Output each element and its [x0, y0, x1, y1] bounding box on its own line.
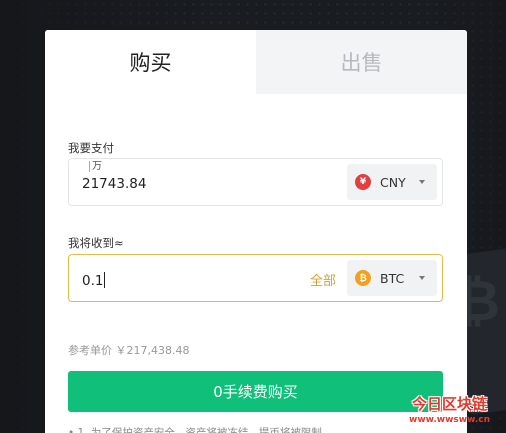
trade-tabs: 购买 出售 [45, 30, 467, 94]
cny-icon: ¥ [355, 174, 371, 190]
watermark-url: www.wwsww.cn [409, 415, 490, 425]
pay-currency-select[interactable]: ¥ CNY [347, 164, 437, 200]
watermark-title: 今日区块链 [411, 395, 487, 413]
receive-currency-code: BTC [380, 270, 405, 286]
pay-currency-code: CNY [380, 174, 406, 190]
footnote: • 1. 为了保护资产安全，资产将被冻结，提币将被限制 [68, 427, 322, 433]
trade-card: 购买 出售 我要支付 万 21743.84 ¥ CNY 我将收到≈ 0.1 全部… [45, 30, 467, 433]
unit-hint: 万 [89, 161, 102, 172]
receive-amount-input[interactable]: 0.1 [82, 272, 106, 289]
watermark: 今日区块链 www.wwsww.cn [409, 393, 490, 425]
pay-amount-field[interactable]: 万 21743.84 ¥ CNY [68, 158, 443, 206]
tab-sell[interactable]: 出售 [256, 30, 467, 94]
receive-currency-select[interactable]: ₿ BTC [347, 260, 437, 296]
pay-amount-input[interactable]: 21743.84 [82, 176, 146, 192]
receive-amount-field[interactable]: 0.1 全部 ₿ BTC [68, 254, 443, 302]
buy-button[interactable]: 0手续费购买 [68, 371, 443, 412]
chevron-down-icon [419, 180, 425, 184]
btc-icon: ₿ [355, 270, 371, 286]
reference-price: 参考单价 ￥217,438.48 [68, 344, 190, 357]
all-button[interactable]: 全部 [310, 270, 336, 289]
text-caret [104, 272, 106, 288]
receive-label: 我将收到≈ [68, 236, 124, 250]
chevron-down-icon [419, 276, 425, 280]
tab-buy[interactable]: 购买 [45, 30, 256, 94]
pay-label: 我要支付 [68, 141, 114, 155]
